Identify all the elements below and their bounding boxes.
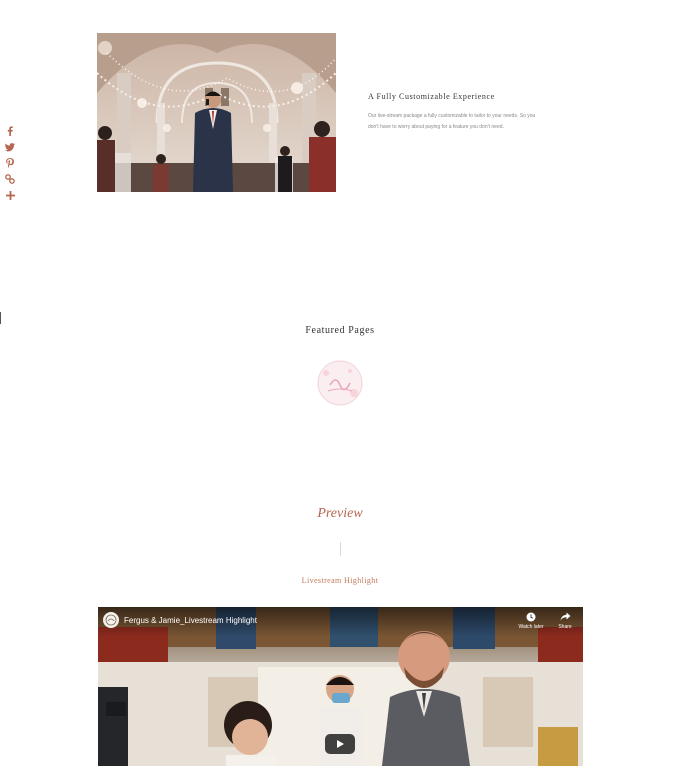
- video-embed[interactable]: Fergus & Jamie_Livestream Highlight Watc…: [98, 607, 583, 766]
- feature-description-line: don't have to worry about paying for a f…: [368, 124, 504, 130]
- feature-title: A Fully Customizable Experience: [368, 92, 495, 101]
- watch-later-label: Watch later: [518, 624, 544, 630]
- scroll-edge-marker: [0, 312, 1, 324]
- share-label: Share: [558, 624, 572, 630]
- featured-pages-heading: Featured Pages: [305, 325, 375, 336]
- play-button[interactable]: [325, 734, 355, 754]
- social-share-bar: [3, 124, 17, 202]
- share-arrow-icon: [560, 612, 570, 621]
- link-icon[interactable]: [3, 172, 17, 186]
- feature-description-line: Our live-stream package a fully customiz…: [368, 113, 536, 119]
- more-icon[interactable]: [3, 188, 17, 202]
- feature-text-block: A Fully Customizable Experience Our live…: [368, 92, 568, 133]
- wedding-speech-photo: [97, 33, 336, 192]
- play-icon: [337, 740, 344, 748]
- video-title[interactable]: Fergus & Jamie_Livestream Highlight: [124, 616, 257, 625]
- preview-heading: Preview: [317, 506, 363, 521]
- share-button[interactable]: Share: [550, 612, 580, 630]
- channel-avatar[interactable]: [103, 612, 119, 628]
- livestream-highlight-label: Livestream Highlight: [301, 576, 379, 585]
- facebook-icon[interactable]: [3, 124, 17, 138]
- pinterest-icon[interactable]: [3, 156, 17, 170]
- section-divider: [340, 542, 341, 556]
- feature-description: Our live-stream package a fully customiz…: [368, 111, 568, 133]
- clock-icon: [526, 612, 536, 622]
- twitter-icon[interactable]: [3, 140, 17, 154]
- watch-later-button[interactable]: Watch later: [516, 612, 546, 630]
- featured-page-logo[interactable]: [316, 359, 364, 407]
